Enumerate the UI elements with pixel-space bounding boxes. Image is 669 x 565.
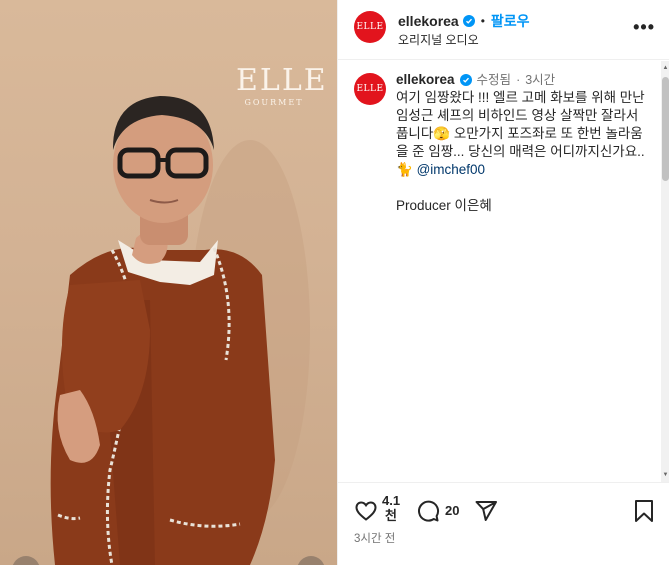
caption: ellekorea 수정됨 · 3시간 여기 임짱왔다 !!! 엘르 고메 화보… [396, 71, 654, 215]
like-count[interactable]: 4.1 천 [382, 493, 400, 523]
caption-time: 3시간 [525, 73, 556, 87]
scroll-down-arrow-icon[interactable]: ▼ [662, 471, 669, 479]
avatar-text: ELLE [356, 22, 384, 32]
avatar[interactable]: ELLE [354, 11, 386, 43]
mention-link[interactable]: @imchef00 [417, 162, 485, 177]
comment-button[interactable] [416, 499, 440, 523]
meta-dot: · [516, 73, 521, 87]
post-side-panel: ELLE ellekorea • 팔로우 오리지널 오디오 ••• ELLE e… [337, 0, 669, 565]
comment-count-text: 20 [445, 503, 460, 518]
separator: • [480, 14, 485, 28]
more-options-button[interactable]: ••• [633, 17, 655, 38]
like-count-line2: 천 [385, 508, 398, 523]
caption-text: 여기 임짱왔다 !!! 엘르 고메 화보를 위해 만난 임성근 셰프의 비하인드… [396, 89, 654, 179]
audio-link[interactable]: 오리지널 오디오 [398, 31, 479, 48]
post-actions: 4.1 천 20 3시간 전 [338, 482, 669, 565]
comments-section[interactable]: ELLE ellekorea 수정됨 · 3시간 여기 임짱왔다 !!! 엘르 … [338, 61, 669, 482]
scroll-up-arrow-icon[interactable]: ▲ [662, 64, 669, 72]
elle-gourmet-logo: ELLE GOURMET [236, 63, 328, 108]
username-link[interactable]: ellekorea [398, 13, 459, 29]
verified-badge-icon [459, 74, 472, 86]
share-button[interactable] [474, 499, 498, 523]
caption-username-link[interactable]: ellekorea [396, 71, 455, 89]
caption-avatar[interactable]: ELLE [354, 73, 386, 105]
scroll-thumb[interactable] [662, 77, 669, 181]
caption-avatar-text: ELLE [356, 84, 384, 94]
post-header: ELLE ellekorea • 팔로우 오리지널 오디오 ••• [338, 0, 669, 60]
producer-credit: Producer 이은혜 [396, 198, 492, 213]
edited-label: 수정됨 [476, 73, 512, 87]
like-count-line1: 4.1 [382, 493, 401, 508]
save-button[interactable] [633, 499, 655, 523]
share-icon [475, 501, 497, 521]
like-button[interactable] [354, 499, 378, 523]
logo-main: ELLE [236, 63, 328, 98]
post-media[interactable]: ELLE GOURMET [0, 0, 337, 565]
verified-badge-icon [462, 15, 475, 27]
caption-head: ellekorea 수정됨 · 3시간 [396, 71, 654, 89]
comment-count[interactable]: 20 [445, 503, 459, 518]
comments-scrollbar[interactable]: ▲ ▼ [661, 61, 669, 482]
post-timestamp[interactable]: 3시간 전 [354, 530, 395, 546]
heart-icon [355, 501, 377, 521]
logo-sub: GOURMET [244, 98, 304, 107]
follow-button[interactable]: 팔로우 [491, 11, 530, 31]
bookmark-icon [635, 500, 653, 522]
comment-icon [418, 500, 440, 522]
header-name-row: ellekorea • 팔로우 [398, 11, 530, 31]
